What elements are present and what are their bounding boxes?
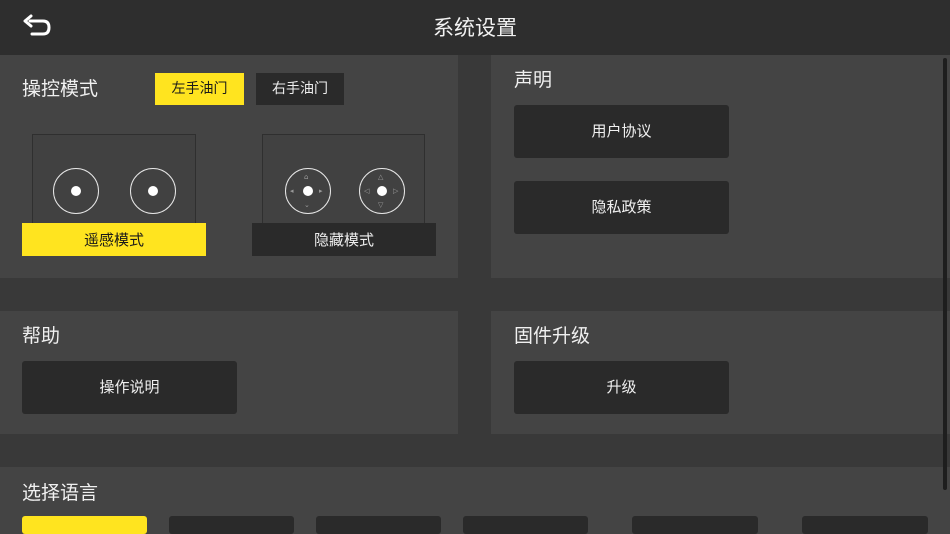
right-stick-dpad-icon: △ ▽ ◁ ▷ bbox=[359, 168, 405, 214]
control-mode-title: 操控模式 bbox=[22, 78, 99, 100]
language-option-4[interactable] bbox=[463, 516, 588, 534]
language-option-5[interactable] bbox=[632, 516, 758, 534]
right-stick-icon bbox=[130, 168, 176, 214]
page-title: 系统设置 bbox=[433, 16, 517, 40]
privacy-policy-button[interactable]: 隐私政策 bbox=[514, 181, 729, 234]
language-option-6[interactable] bbox=[802, 516, 928, 534]
statement-panel bbox=[491, 55, 950, 278]
firmware-title: 固件升级 bbox=[514, 325, 591, 347]
hidden-mode-button[interactable]: 隐藏模式 bbox=[252, 223, 436, 256]
language-option-1[interactable] bbox=[22, 516, 147, 534]
user-agreement-button[interactable]: 用户协议 bbox=[514, 105, 729, 158]
language-option-2[interactable] bbox=[169, 516, 294, 534]
right-throttle-button[interactable]: 右手油门 bbox=[256, 73, 344, 105]
back-arrow-icon[interactable] bbox=[22, 14, 52, 42]
left-throttle-button[interactable]: 左手油门 bbox=[155, 73, 244, 105]
joystick-mode-preview[interactable] bbox=[32, 134, 196, 224]
upgrade-button[interactable]: 升级 bbox=[514, 361, 729, 414]
statement-title: 声明 bbox=[514, 69, 553, 91]
left-stick-icon bbox=[53, 168, 99, 214]
left-stick-dpad-icon: ⌂ ⌄ ◂ ▸ bbox=[285, 168, 331, 214]
joystick-mode-button[interactable]: 遥感模式 bbox=[22, 223, 206, 256]
instructions-button[interactable]: 操作说明 bbox=[22, 361, 237, 414]
hidden-mode-preview[interactable]: ⌂ ⌄ ◂ ▸ △ ▽ ◁ ▷ bbox=[262, 134, 425, 224]
scrollbar[interactable] bbox=[943, 58, 947, 490]
language-title: 选择语言 bbox=[22, 482, 99, 504]
help-title: 帮助 bbox=[22, 325, 61, 347]
language-option-3[interactable] bbox=[316, 516, 441, 534]
